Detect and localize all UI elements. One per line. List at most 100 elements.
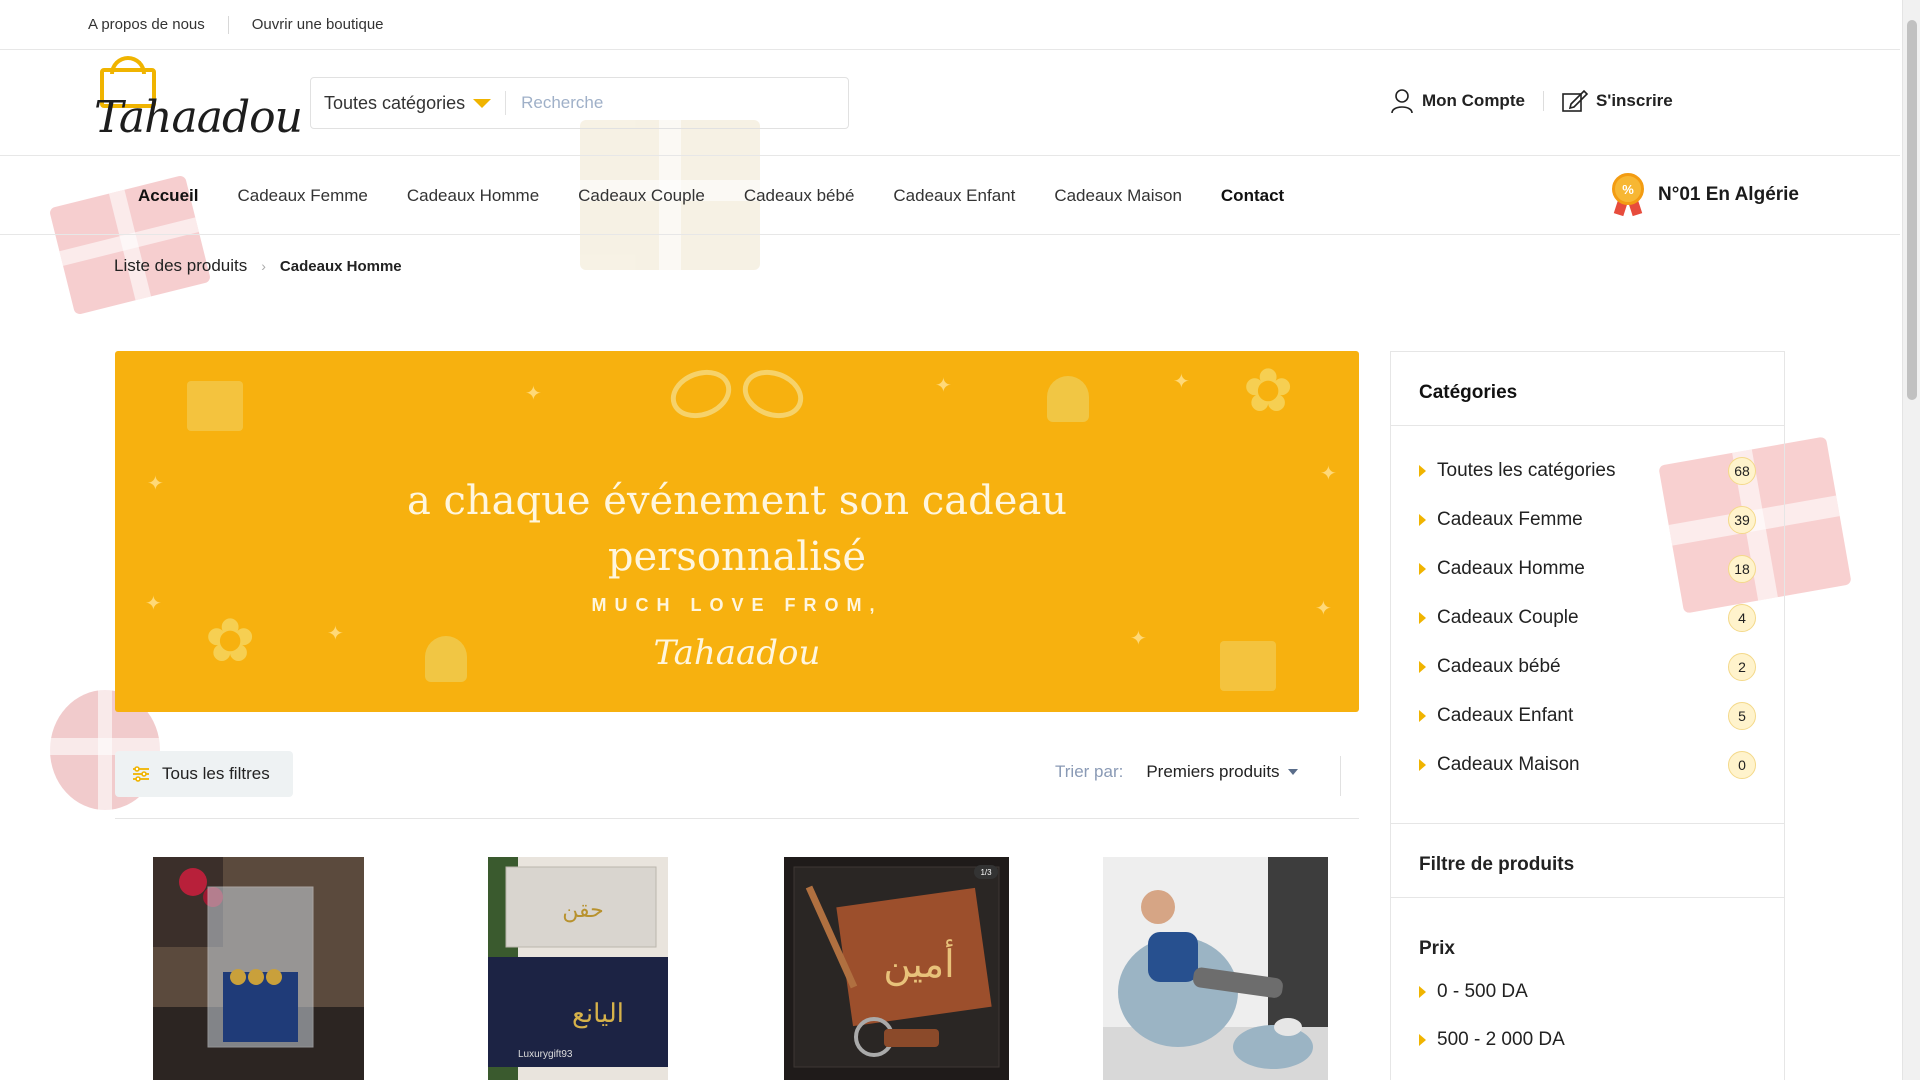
caret-right-icon: [1419, 709, 1426, 722]
caret-right-icon: [1419, 611, 1426, 624]
open-shop-link[interactable]: Ouvrir une boutique: [252, 16, 384, 33]
category-item[interactable]: Cadeaux Homme 18: [1419, 544, 1756, 593]
category-item[interactable]: Cadeaux Maison 0: [1419, 740, 1756, 789]
register-link[interactable]: S'inscrire: [1562, 89, 1673, 113]
svg-text:حقن: حقن: [562, 898, 603, 923]
category-item[interactable]: Cadeaux Couple 4: [1419, 593, 1756, 642]
banner-title: a chaque événement son cadeau personnali…: [115, 473, 1359, 585]
categories-title: Catégories: [1391, 352, 1784, 426]
nav-item-child[interactable]: Cadeaux Enfant: [893, 186, 1015, 206]
nav-item-contact[interactable]: Contact: [1221, 186, 1284, 206]
algeria-badge: % N°01 En Algérie: [1610, 173, 1799, 217]
banner-title-line1: a chaque événement son cadeau: [406, 478, 1068, 524]
bell-icon: [1047, 376, 1089, 422]
category-label: Cadeaux Enfant: [1437, 704, 1574, 726]
product-card[interactable]: [1103, 857, 1328, 1080]
nav-item-home[interactable]: Accueil: [138, 186, 198, 206]
category-count: 18: [1728, 554, 1756, 583]
all-filters-button[interactable]: Tous les filtres: [115, 751, 293, 797]
chevron-down-icon: [1287, 769, 1298, 775]
category-label: Cadeaux Couple: [1437, 606, 1579, 628]
banner-subtitle: MUCH LOVE FROM,: [591, 595, 883, 615]
category-item[interactable]: Cadeaux Femme 39: [1419, 495, 1756, 544]
category-label: Toutes les catégories: [1437, 459, 1616, 481]
quran-gift-box-image: حقن اليانع Luxurygift93: [488, 857, 668, 1080]
svg-text:أمين: أمين: [883, 939, 954, 987]
chevron-down-icon: [473, 98, 492, 108]
breadcrumb-current: Cadeaux Homme: [279, 257, 402, 275]
category-label: Cadeaux Maison: [1437, 753, 1580, 775]
category-item[interactable]: Cadeaux Enfant 5: [1419, 691, 1756, 740]
caret-right-icon: [1419, 513, 1426, 526]
caret-right-icon: [1419, 758, 1426, 771]
medal-symbol: %: [1612, 173, 1644, 205]
gift-box-chocolates-image: [153, 857, 364, 1080]
price-option[interactable]: 0 - 500 DA: [1419, 968, 1756, 1016]
bow-icon: [664, 361, 810, 451]
scrollbar-thumb[interactable]: [1907, 20, 1917, 400]
about-link[interactable]: A propos de nous: [88, 16, 205, 33]
price-title: Prix: [1419, 938, 1455, 959]
inflatable-chair-man-image: [1103, 857, 1328, 1080]
chevron-right-icon: ›: [261, 258, 266, 274]
category-count: 39: [1728, 505, 1756, 534]
product-filter-title: Filtre de produits: [1391, 824, 1784, 898]
category-count: 0: [1728, 750, 1756, 779]
search-input[interactable]: [506, 93, 807, 113]
my-account-link[interactable]: Mon Compte: [1390, 88, 1525, 114]
price-label: 500 - 2 000 DA: [1437, 1029, 1565, 1050]
sparkle-icon: ✦: [525, 383, 542, 405]
algeria-badge-label: N°01 En Algérie: [1658, 184, 1799, 205]
user-icon: [1391, 89, 1413, 114]
watermark-text: Luxurygift93: [518, 1049, 573, 1060]
category-item[interactable]: Toutes les catégories 68: [1419, 446, 1756, 495]
medal-icon: %: [1610, 173, 1646, 217]
breadcrumb: Liste des produits › Cadeaux Homme: [114, 256, 402, 276]
sort-divider: [1340, 756, 1341, 796]
breadcrumb-root[interactable]: Liste des produits: [114, 256, 247, 276]
category-count: 4: [1728, 603, 1756, 632]
category-count: 68: [1728, 456, 1756, 485]
banner-signature: Tahaadou: [653, 633, 821, 673]
search-bar: Toutes catégories: [310, 77, 849, 129]
nav-item-women[interactable]: Cadeaux Femme: [237, 186, 367, 206]
category-select-label: Toutes catégories: [324, 92, 466, 113]
all-filters-label: Tous les filtres: [162, 764, 270, 783]
category-select[interactable]: Toutes catégories: [311, 78, 505, 128]
product-card[interactable]: أمين 1/3: [784, 857, 1009, 1080]
promo-banner: ✿ ✿ ✦ ✦ ✦ ✦ ✦ ✦ ✦ ✦ ✦ a chaque événement…: [115, 351, 1359, 712]
nav-item-baby[interactable]: Cadeaux bébé: [744, 186, 855, 206]
category-list: Toutes les catégories 68 Cadeaux Femme 39 …: [1391, 426, 1784, 824]
header: Tahaadou Toutes catégories Mon Compte S'…: [0, 50, 1900, 156]
caret-right-icon: [1419, 660, 1426, 673]
sort-select-value: Premiers produits: [1146, 762, 1280, 781]
toolbar-divider: [115, 818, 1359, 819]
category-count: 5: [1728, 701, 1756, 730]
category-item[interactable]: Cadeaux bébé 2: [1419, 642, 1756, 691]
nav-item-couple[interactable]: Cadeaux Couple: [578, 186, 705, 206]
sliders-icon: [133, 766, 149, 782]
my-account-label: Mon Compte: [1422, 91, 1525, 110]
main-nav: Accueil Cadeaux Femme Cadeaux Homme Cade…: [0, 157, 1900, 235]
account-area: Mon Compte S'inscrire: [1390, 88, 1673, 114]
category-label: Cadeaux Homme: [1437, 557, 1585, 579]
caret-right-icon: [1419, 464, 1426, 477]
price-option[interactable]: 500 - 2 000 DA: [1419, 1016, 1756, 1064]
sparkle-icon: ✦: [935, 375, 952, 397]
caret-right-icon: [1419, 986, 1426, 998]
nav-item-men[interactable]: Cadeaux Homme: [407, 186, 539, 206]
top-bar: A propos de nous Ouvrir une boutique: [0, 0, 1900, 50]
logo[interactable]: Tahaadou: [90, 56, 303, 152]
register-label: S'inscrire: [1595, 91, 1673, 110]
svg-text:اليانع: اليانع: [572, 999, 624, 1029]
caret-right-icon: [1419, 1034, 1426, 1046]
product-card[interactable]: [153, 857, 364, 1080]
gift-icon: [187, 381, 243, 431]
product-card[interactable]: حقن اليانع Luxurygift93: [488, 857, 668, 1080]
sidebar: Catégories Toutes les catégories 68 Cadea…: [1390, 351, 1785, 1080]
sort-select[interactable]: Premiers produits: [1146, 762, 1298, 782]
image-counter: 1/3: [980, 868, 992, 877]
scrollbar[interactable]: [1902, 0, 1920, 1080]
nav-item-home-decor[interactable]: Cadeaux Maison: [1054, 186, 1182, 206]
category-label: Cadeaux Femme: [1437, 508, 1583, 530]
